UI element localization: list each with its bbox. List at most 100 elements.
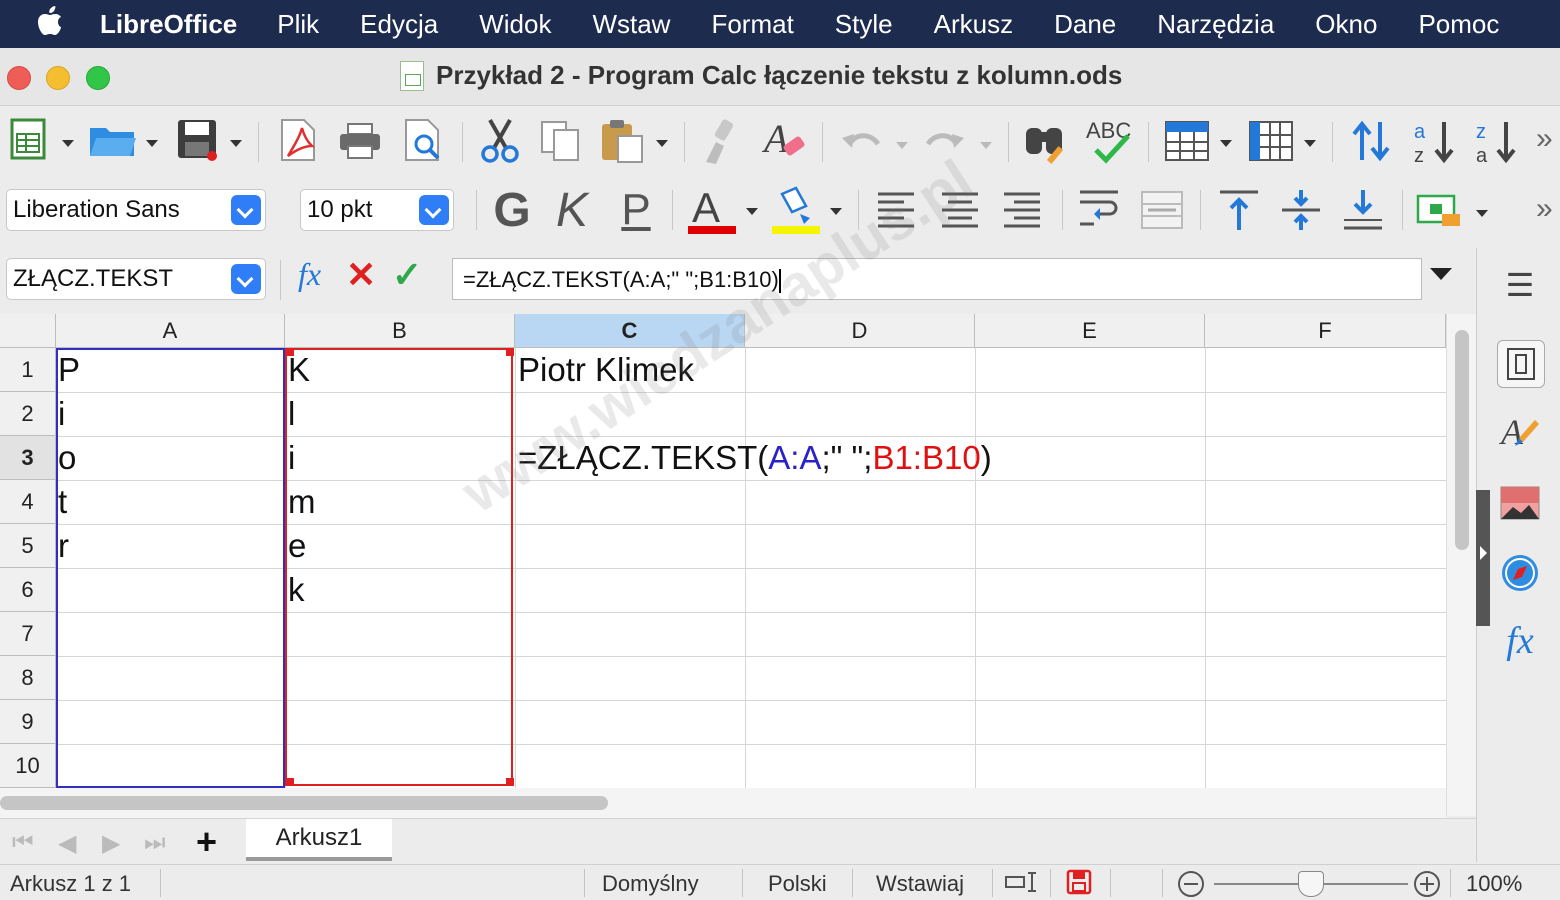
conditional-format-dropdown-icon[interactable] (1476, 210, 1488, 217)
clear-formatting-icon[interactable]: A (762, 118, 810, 164)
row-header-2[interactable]: 2 (0, 392, 56, 436)
cut-icon[interactable] (478, 118, 522, 164)
highlight-color-icon[interactable] (770, 184, 822, 236)
align-right-icon[interactable] (1002, 190, 1042, 230)
more-toolbar-chevron-icon[interactable]: » (1536, 122, 1553, 156)
merge-cells-icon[interactable] (1140, 188, 1184, 232)
add-sheet-button[interactable]: + (196, 821, 217, 863)
conditional-format-icon[interactable] (1416, 190, 1464, 230)
sidebar-collapse-handle[interactable] (1476, 490, 1490, 626)
insert-columns-dropdown-icon[interactable] (1304, 140, 1316, 147)
sidebar-menu-icon[interactable]: ☰ (1499, 264, 1541, 306)
first-sheet-icon[interactable]: ⏮ (12, 829, 34, 857)
save-icon[interactable] (176, 118, 218, 162)
name-box[interactable]: ZŁĄCZ.TEKST (6, 258, 266, 300)
row-header-4[interactable]: 4 (0, 480, 56, 524)
redo-dropdown-icon[interactable] (980, 142, 992, 149)
undo-dropdown-icon[interactable] (896, 142, 908, 149)
row-header-10[interactable]: 10 (0, 744, 56, 788)
open-dropdown-icon[interactable] (146, 140, 158, 147)
spreadsheet-grid[interactable]: A B C D E F 1 2 3 4 5 6 7 8 9 10 P i o t… (0, 314, 1446, 788)
menu-window[interactable]: Okno (1315, 9, 1377, 40)
selection-mode-icon[interactable] (1004, 869, 1040, 900)
zoom-percent[interactable]: 100% (1466, 871, 1522, 897)
range-handle[interactable] (506, 778, 514, 786)
zoom-out-icon[interactable] (1176, 869, 1206, 900)
paste-dropdown-icon[interactable] (656, 140, 668, 147)
range-handle[interactable] (286, 778, 294, 786)
previous-sheet-icon[interactable]: ◀ (58, 829, 76, 858)
undo-icon[interactable] (840, 124, 884, 158)
cell-c3-editing[interactable]: =ZŁĄCZ.TEKST(A:A ;" "; B1:B10) (518, 436, 992, 480)
zoom-in-icon[interactable] (1412, 869, 1442, 900)
align-top-icon[interactable] (1218, 188, 1260, 232)
italic-button[interactable]: K (552, 184, 592, 237)
font-color-icon[interactable]: A (686, 184, 738, 236)
menu-data[interactable]: Dane (1054, 9, 1116, 40)
function-wizard-fx-icon[interactable]: fx (298, 256, 321, 293)
reference-range-b[interactable] (285, 348, 513, 786)
redo-icon[interactable] (922, 124, 966, 158)
sort-ascending-icon[interactable]: az (1412, 118, 1458, 164)
cancel-formula-icon[interactable]: ✕ (346, 254, 376, 296)
menu-styles[interactable]: Style (835, 9, 893, 40)
gallery-icon[interactable] (1499, 482, 1541, 524)
page-style-status[interactable]: Domyślny (602, 871, 699, 897)
zoom-slider-thumb[interactable] (1298, 871, 1324, 897)
column-header-d[interactable]: D (745, 314, 975, 348)
insert-rows-icon[interactable] (1164, 120, 1210, 162)
column-header-f[interactable]: F (1205, 314, 1446, 348)
expand-formula-bar-icon[interactable] (1428, 264, 1454, 284)
insert-columns-icon[interactable] (1248, 120, 1294, 162)
font-color-dropdown-icon[interactable] (746, 208, 758, 215)
row-header-3[interactable]: 3 (0, 436, 56, 480)
insert-rows-dropdown-icon[interactable] (1220, 140, 1232, 147)
find-replace-icon[interactable] (1024, 118, 1072, 164)
sort-descending-icon[interactable]: za (1474, 118, 1520, 164)
copy-icon[interactable] (540, 120, 582, 162)
zoom-window-button[interactable] (86, 66, 110, 90)
menu-app-name[interactable]: LibreOffice (100, 9, 237, 40)
document-modified-icon[interactable] (1066, 869, 1092, 900)
properties-icon[interactable] (1497, 340, 1545, 388)
row-header-8[interactable]: 8 (0, 656, 56, 700)
sheet-tab-arkusz1[interactable]: Arkusz1 (246, 819, 392, 861)
select-all-corner[interactable] (0, 314, 56, 348)
menu-tools[interactable]: Narzędzia (1157, 9, 1274, 40)
accept-formula-icon[interactable]: ✓ (392, 254, 422, 296)
minimize-window-button[interactable] (46, 66, 70, 90)
chevron-down-icon[interactable] (231, 264, 261, 294)
styles-icon[interactable]: A (1499, 412, 1541, 454)
cell-c1[interactable]: Piotr Klimek (518, 348, 694, 392)
menu-format[interactable]: Format (711, 9, 793, 40)
menu-edit[interactable]: Edycja (360, 9, 438, 40)
vertical-scroll-thumb[interactable] (1455, 330, 1469, 550)
print-preview-icon[interactable] (402, 118, 444, 162)
menu-file[interactable]: Plik (277, 9, 319, 40)
close-window-button[interactable] (7, 66, 31, 90)
horizontal-scroll-thumb[interactable] (0, 796, 608, 810)
horizontal-scrollbar[interactable] (0, 788, 1446, 818)
last-sheet-icon[interactable]: ⏭ (144, 829, 166, 857)
functions-fx-icon[interactable]: fx (1499, 620, 1541, 662)
vertical-scrollbar[interactable] (1446, 314, 1476, 816)
font-size-combo[interactable]: 10 pkt (300, 189, 454, 231)
formula-input[interactable]: =ZŁĄCZ.TEKST(A:A;" ";B1:B10) (452, 258, 1422, 300)
save-dropdown-icon[interactable] (230, 140, 242, 147)
bold-button[interactable]: G (490, 184, 534, 237)
open-folder-icon[interactable] (88, 122, 138, 158)
menu-help[interactable]: Pomoc (1418, 9, 1499, 40)
underline-button[interactable]: P (614, 185, 658, 234)
column-header-b[interactable]: B (285, 314, 515, 348)
wrap-text-icon[interactable] (1078, 188, 1122, 232)
font-name-combo[interactable]: Liberation Sans (6, 189, 266, 231)
next-sheet-icon[interactable]: ▶ (102, 829, 120, 858)
highlight-dropdown-icon[interactable] (830, 208, 842, 215)
more-toolbar-chevron-icon[interactable]: » (1536, 192, 1553, 226)
menu-sheet[interactable]: Arkusz (934, 9, 1013, 40)
range-handle[interactable] (506, 348, 514, 356)
column-header-e[interactable]: E (975, 314, 1205, 348)
row-header-1[interactable]: 1 (0, 348, 56, 392)
print-icon[interactable] (338, 122, 382, 160)
sort-icon[interactable] (1350, 120, 1392, 162)
